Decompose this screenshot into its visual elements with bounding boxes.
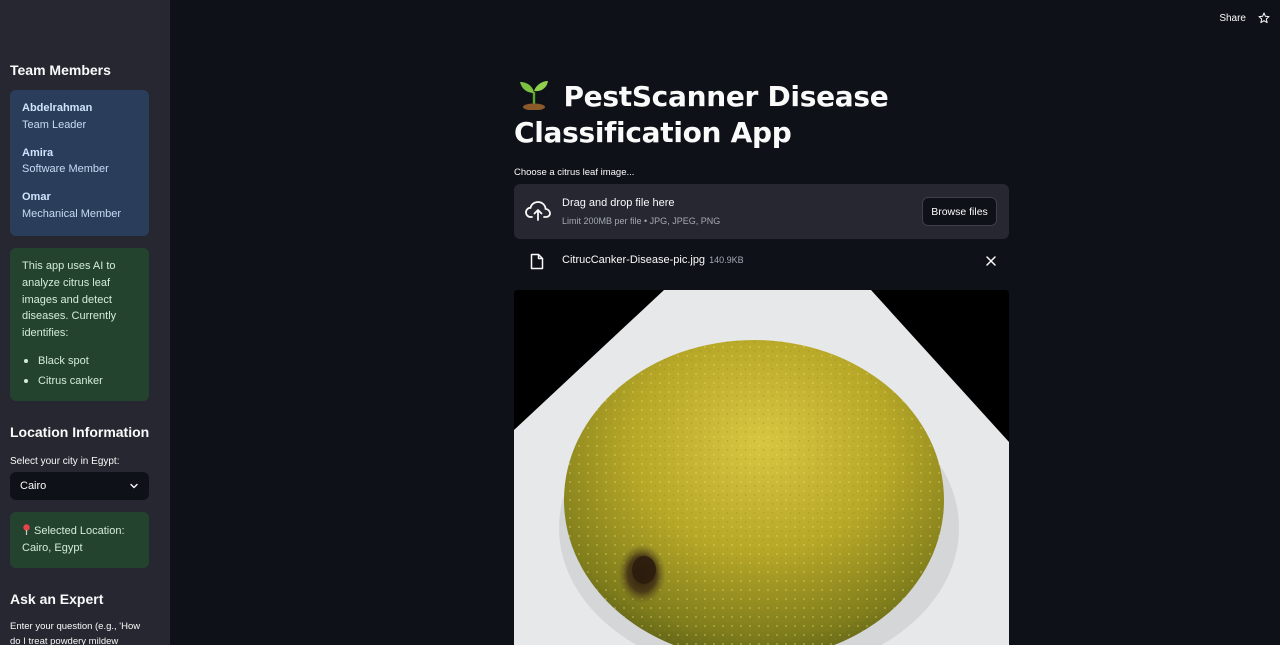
disease-item: Black spot <box>22 353 137 370</box>
file-size: 140.9KB <box>709 255 744 265</box>
dropzone-title: Drag and drop file here <box>562 197 675 209</box>
citrus-fruit-image <box>514 290 1009 645</box>
dropzone-limit: Limit 200MB per file • JPG, JPEG, PNG <box>562 216 721 226</box>
ask-expert-heading: Ask an Expert <box>10 591 104 607</box>
file-dropzone[interactable]: Drag and drop file here Limit 200MB per … <box>514 184 1009 239</box>
member-item: Abdelrahman Team Leader <box>22 100 137 134</box>
pin-icon <box>23 524 30 535</box>
file-icon <box>530 253 544 270</box>
disease-item: Citrus canker <box>22 373 137 390</box>
member-role: Team Leader <box>22 118 87 131</box>
member-item: Amira Software Member <box>22 145 137 179</box>
city-select-value: Cairo <box>20 480 47 492</box>
app-info-text: This app uses AI to analyze citrus leaf … <box>22 260 117 340</box>
city-select[interactable]: Cairo <box>10 472 149 500</box>
sprout-icon <box>520 81 548 110</box>
member-name: Omar <box>22 191 51 204</box>
top-toolbar: Share <box>1219 0 1280 36</box>
app-info-card: This app uses AI to analyze citrus leaf … <box>10 248 149 401</box>
member-role: Mechanical Member <box>22 207 122 220</box>
question-input-label: Enter your question (e.g., 'How do I tre… <box>10 621 141 645</box>
cloud-upload-icon <box>525 201 551 221</box>
uploader-label: Choose a citrus leaf image... <box>514 167 635 178</box>
close-icon[interactable] <box>985 255 997 267</box>
file-name: CitrucCanker-Disease-pic.jpg <box>562 254 706 266</box>
chevron-down-icon <box>130 483 138 489</box>
page-title-text: PestScanner Disease Classification App <box>514 80 889 149</box>
sidebar: Team Members Abdelrahman Team Leader Ami… <box>0 0 170 645</box>
star-icon[interactable] <box>1258 12 1270 24</box>
page-title: PestScanner Disease Classification App <box>514 78 1009 151</box>
selected-location-text: Selected Location: Cairo, Egypt <box>22 525 125 554</box>
location-heading: Location Information <box>10 424 150 440</box>
member-name: Abdelrahman <box>22 102 93 114</box>
uploaded-image <box>514 290 1009 645</box>
share-button[interactable]: Share <box>1219 13 1246 24</box>
member-item: Omar Mechanical Member <box>22 189 137 223</box>
team-members-card: Abdelrahman Team Leader Amira Software M… <box>10 90 149 236</box>
browse-files-button[interactable]: Browse files <box>922 197 997 226</box>
member-role: Software Member <box>22 163 109 176</box>
member-name: Amira <box>22 146 54 159</box>
disease-list: Black spot Citrus canker <box>22 353 137 390</box>
team-heading: Team Members <box>10 62 111 78</box>
city-select-label: Select your city in Egypt: <box>10 456 120 467</box>
uploaded-file-row: CitrucCanker-Disease-pic.jpg 140.9KB <box>514 250 1009 274</box>
selected-location-card: Selected Location: Cairo, Egypt <box>10 512 149 568</box>
